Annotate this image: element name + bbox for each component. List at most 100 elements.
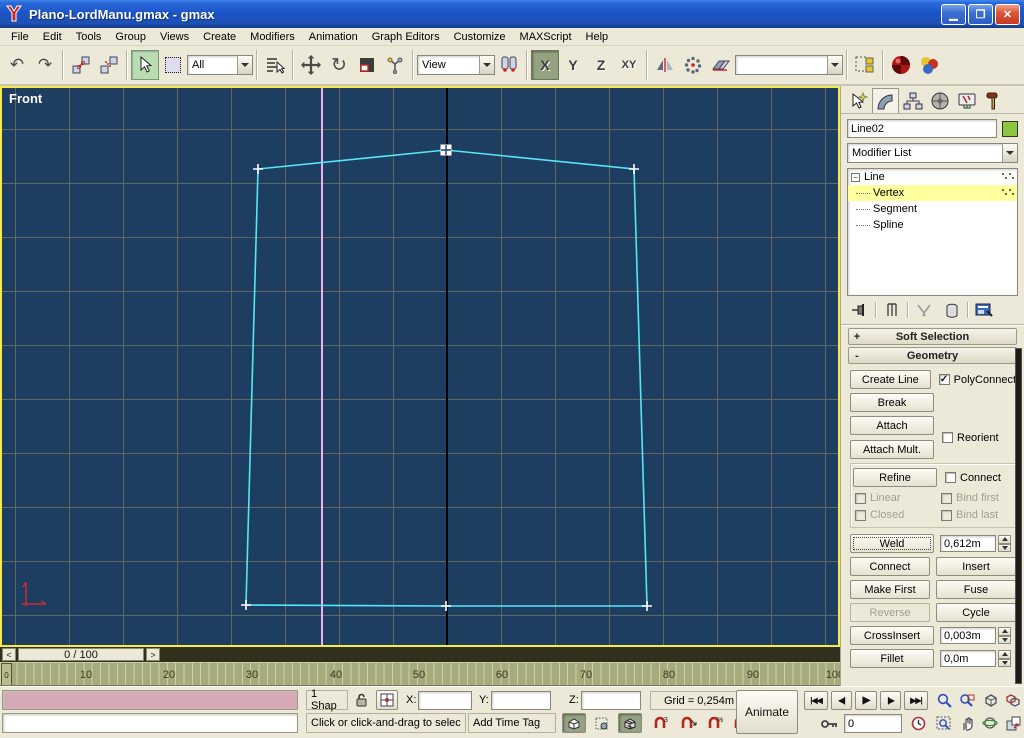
crossinsert-button[interactable]: CrossInsert xyxy=(850,626,934,645)
snap-toggle-3d-button[interactable]: 3 xyxy=(650,713,672,733)
zoom-extents-button[interactable] xyxy=(980,691,1000,710)
configure-modifier-sets-button[interactable] xyxy=(971,301,997,320)
time-configuration-button[interactable] xyxy=(908,714,928,733)
selection-lock-button[interactable] xyxy=(352,691,370,709)
pan-button[interactable] xyxy=(957,714,977,733)
tab-utilities[interactable] xyxy=(980,88,1007,113)
viewport-label[interactable]: Front xyxy=(9,91,42,106)
next-frame-button[interactable]: |▶ xyxy=(880,691,901,710)
menu-group[interactable]: Group xyxy=(108,29,153,45)
spinner-up-button[interactable] xyxy=(998,535,1011,544)
snap-dotted-button[interactable] xyxy=(590,713,614,733)
y-coordinate-field[interactable] xyxy=(491,691,551,710)
viewport-front[interactable]: Front xyxy=(0,86,840,647)
attach-mult-button[interactable]: Attach Mult. xyxy=(850,440,934,459)
insert-button[interactable]: Insert xyxy=(936,557,1016,576)
minimize-button[interactable]: ▁ xyxy=(941,4,966,25)
break-button[interactable]: Break xyxy=(850,393,934,412)
select-and-move-button[interactable] xyxy=(297,50,325,80)
material-editor-button[interactable] xyxy=(915,50,943,80)
rectangular-selection-region-button[interactable] xyxy=(159,50,187,80)
tab-modify[interactable] xyxy=(872,88,899,113)
close-button[interactable]: ✕ xyxy=(995,4,1020,25)
connect-checkbox[interactable]: Connect xyxy=(945,472,1001,484)
animate-button[interactable]: Animate xyxy=(736,690,798,734)
zoom-all-button[interactable] xyxy=(957,691,977,710)
unlink-selection-button[interactable] xyxy=(95,50,123,80)
menu-create[interactable]: Create xyxy=(196,29,243,45)
maximize-button[interactable]: ❐ xyxy=(968,4,993,25)
dropdown-arrow-icon[interactable] xyxy=(479,56,494,74)
dropdown-arrow-icon[interactable] xyxy=(1002,144,1017,162)
tab-create[interactable] xyxy=(845,88,872,113)
reference-coordinate-dropdown[interactable]: View xyxy=(417,55,495,75)
angle-snap-button[interactable] xyxy=(676,713,700,733)
rollout-soft-selection[interactable]: + Soft Selection xyxy=(848,328,1017,345)
menu-views[interactable]: Views xyxy=(153,29,196,45)
menu-edit[interactable]: Edit xyxy=(36,29,69,45)
cycle-button[interactable]: Cycle xyxy=(936,603,1016,622)
menu-maxscript[interactable]: MAXScript xyxy=(513,29,579,45)
panel-scrollbar[interactable] xyxy=(1015,348,1022,684)
redo-button[interactable]: ↷ xyxy=(31,50,59,80)
stack-item-line[interactable]: − Line xyxy=(848,169,1017,185)
snaps-toggle-button[interactable] xyxy=(562,713,586,733)
menu-animation[interactable]: Animation xyxy=(302,29,365,45)
zoom-button[interactable] xyxy=(934,691,954,710)
menu-modifiers[interactable]: Modifiers xyxy=(243,29,302,45)
make-first-button[interactable]: Make First xyxy=(850,580,930,599)
key-mode-toggle-button[interactable] xyxy=(818,714,840,733)
z-coordinate-field[interactable] xyxy=(581,691,641,710)
refine-button[interactable]: Refine xyxy=(853,468,937,487)
weld-threshold-field[interactable] xyxy=(940,535,996,552)
dropdown-arrow-icon[interactable] xyxy=(237,56,252,74)
spinner-up-button[interactable] xyxy=(998,650,1011,659)
remove-modifier-button[interactable] xyxy=(939,301,965,320)
zoom-region-button[interactable] xyxy=(934,714,954,733)
x-coordinate-field[interactable] xyxy=(418,691,472,710)
create-line-button[interactable]: Create Line xyxy=(850,370,931,389)
add-time-tag[interactable]: Add Time Tag xyxy=(468,713,556,733)
percent-snap-button[interactable]: % xyxy=(704,713,726,733)
zoom-extents-all-button[interactable] xyxy=(1003,691,1023,710)
line02-spline-shape[interactable] xyxy=(2,88,838,645)
current-time-field[interactable] xyxy=(844,714,902,733)
track-view-button[interactable] xyxy=(851,50,879,80)
polyconnect-checkbox[interactable]: ✓ PolyConnect xyxy=(939,374,1016,386)
show-end-result-button[interactable] xyxy=(879,301,905,320)
track-bar[interactable]: 0 10 20 30 40 50 60 70 80 90 100 xyxy=(0,662,840,686)
stack-item-segment[interactable]: Segment xyxy=(848,201,1017,217)
mirror-button[interactable] xyxy=(651,50,679,80)
menu-graph-editors[interactable]: Graph Editors xyxy=(365,29,447,45)
previous-frame-arrow-button[interactable]: < xyxy=(2,648,16,661)
vertex-markers[interactable] xyxy=(241,164,652,611)
restrict-x-button[interactable]: X xyxy=(531,50,559,80)
restrict-z-button[interactable]: Z xyxy=(587,50,615,80)
previous-frame-button[interactable]: ◀| xyxy=(831,691,852,710)
maxscript-mini-listener-white[interactable] xyxy=(2,713,298,733)
dropdown-arrow-icon[interactable] xyxy=(827,56,842,74)
make-unique-button[interactable] xyxy=(911,301,937,320)
next-frame-arrow-button[interactable]: > xyxy=(146,648,160,661)
undo-button[interactable]: ↶ xyxy=(3,50,31,80)
go-to-end-button[interactable]: ▶▶| xyxy=(904,691,928,710)
object-name-field[interactable] xyxy=(847,119,997,138)
spinner-down-button[interactable] xyxy=(998,636,1011,645)
connect-button[interactable]: Connect xyxy=(850,557,930,576)
menu-tools[interactable]: Tools xyxy=(69,29,109,45)
menu-help[interactable]: Help xyxy=(579,29,616,45)
snap-checker-cube-button[interactable] xyxy=(618,713,642,733)
object-color-swatch[interactable] xyxy=(1002,121,1018,137)
restrict-xy-button[interactable]: XY xyxy=(615,50,643,80)
menu-customize[interactable]: Customize xyxy=(447,29,513,45)
expand-collapse-icon[interactable]: − xyxy=(851,173,860,182)
reorient-checkbox[interactable]: Reorient xyxy=(942,432,999,444)
weld-button[interactable]: Weld xyxy=(850,534,934,553)
stack-item-vertex[interactable]: Vertex xyxy=(848,185,1017,201)
select-and-manipulate-button[interactable] xyxy=(381,50,409,80)
tab-hierarchy[interactable] xyxy=(899,88,926,113)
fillet-button[interactable]: Fillet xyxy=(850,649,934,668)
min-max-toggle-button[interactable] xyxy=(1003,714,1023,733)
selected-vertex-marker[interactable] xyxy=(441,145,451,155)
select-by-name-button[interactable] xyxy=(261,50,289,80)
